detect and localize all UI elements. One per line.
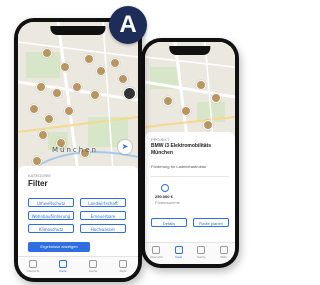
home-icon [29, 260, 37, 268]
map-pin[interactable] [72, 82, 82, 92]
sheet-kicker: Kategorie [28, 173, 52, 178]
right-phone: Projekt BMW i3 Elektromobilitäts München… [141, 38, 239, 268]
tab-label: Übersicht [149, 255, 163, 259]
map-pin[interactable] [211, 93, 221, 103]
city-label: München [52, 146, 98, 154]
show-results-button[interactable]: Ergebnisse anzeigen [28, 242, 90, 252]
tab-label: Karte [175, 255, 183, 259]
map-pin[interactable] [203, 120, 213, 130]
left-map[interactable]: München ➤ [18, 22, 138, 172]
tab-overview[interactable]: Übersicht [22, 260, 44, 273]
map-pin[interactable] [64, 106, 74, 116]
map-pin[interactable] [42, 48, 52, 58]
menu-icon [119, 260, 127, 268]
tab-more[interactable]: Mehr [213, 246, 235, 259]
search-icon [197, 246, 206, 254]
map-icon [59, 260, 67, 268]
map-pin[interactable] [90, 90, 100, 100]
filter-chip[interactable]: Umweltschutz [28, 198, 74, 207]
map-pin[interactable] [196, 80, 206, 90]
filter-title: Filter [28, 179, 48, 188]
map-pin[interactable] [110, 58, 120, 68]
tab-map[interactable]: Karte [168, 246, 190, 259]
filter-chip[interactable]: Wohnbauförderung [28, 211, 74, 220]
map-pin[interactable] [163, 96, 173, 106]
map-pin[interactable] [60, 62, 70, 72]
search-icon [89, 260, 97, 268]
route-button[interactable]: Route planen [193, 218, 229, 227]
sheet-subtitle: Förderung für Ladeinfrastruktur [151, 164, 207, 169]
map-pin[interactable] [118, 74, 128, 84]
filter-chip[interactable]: Klimaschutz [28, 224, 74, 233]
home-icon [152, 246, 161, 254]
stat-label: Fördersumme [155, 200, 180, 205]
tab-search[interactable]: Suche [190, 246, 212, 259]
left-phone-screen: München ➤ Kategorie Filter Umweltschutz … [18, 22, 138, 278]
map-pin[interactable] [29, 104, 39, 114]
step-badge: A [109, 6, 147, 44]
right-phone-screen: Projekt BMW i3 Elektromobilitäts München… [145, 42, 235, 264]
tab-label: Karte [59, 269, 67, 273]
filter-chip[interactable]: Landwirtschaft [80, 198, 126, 207]
sheet-kicker: Projekt [151, 137, 170, 142]
divider [151, 176, 229, 177]
tab-more[interactable]: Mehr [112, 260, 134, 273]
map-pin[interactable] [38, 130, 48, 140]
tab-label: Mehr [119, 269, 127, 273]
tab-label: Suche [88, 269, 98, 273]
map-pin[interactable] [32, 156, 42, 166]
map-pin[interactable] [44, 114, 54, 124]
tab-label: Übersicht [26, 269, 40, 273]
stat-value: 250.000 € [155, 194, 173, 199]
map-pin[interactable] [181, 106, 191, 116]
left-phone-notch [50, 26, 106, 35]
map-pin[interactable] [52, 88, 62, 98]
tab-label: Suche [196, 255, 206, 259]
location-arrow-icon[interactable]: ➤ [118, 140, 132, 154]
map-pin[interactable] [36, 82, 46, 92]
filter-chip[interactable]: Hochwasser [80, 224, 126, 233]
tab-label: Mehr [220, 255, 228, 259]
menu-icon [219, 246, 228, 254]
map-pin-selected[interactable] [123, 87, 136, 100]
right-tab-bar: Übersicht Karte Suche Mehr [145, 242, 235, 264]
left-phone: München ➤ Kategorie Filter Umweltschutz … [14, 18, 142, 282]
tab-search[interactable]: Suche [82, 260, 104, 273]
right-phone-notch [169, 46, 211, 55]
map-icon [174, 246, 183, 254]
sheet-title-line2: München [151, 150, 173, 156]
tab-map[interactable]: Karte [52, 260, 74, 273]
sheet-title-line1: BMW i3 Elektromobilitäts [151, 143, 212, 149]
stat-icon [161, 184, 169, 192]
map-pin[interactable] [96, 66, 106, 76]
filter-chip[interactable]: Erneuerbare [80, 211, 126, 220]
right-detail-sheet: Projekt BMW i3 Elektromobilitäts München… [145, 132, 235, 246]
tab-overview[interactable]: Übersicht [145, 246, 167, 259]
map-pin[interactable] [84, 54, 94, 64]
details-button[interactable]: Details [151, 218, 187, 227]
filter-sheet: Kategorie Filter Umweltschutz Landwirtsc… [18, 166, 138, 260]
left-tab-bar: Übersicht Karte Suche Mehr [18, 256, 138, 278]
